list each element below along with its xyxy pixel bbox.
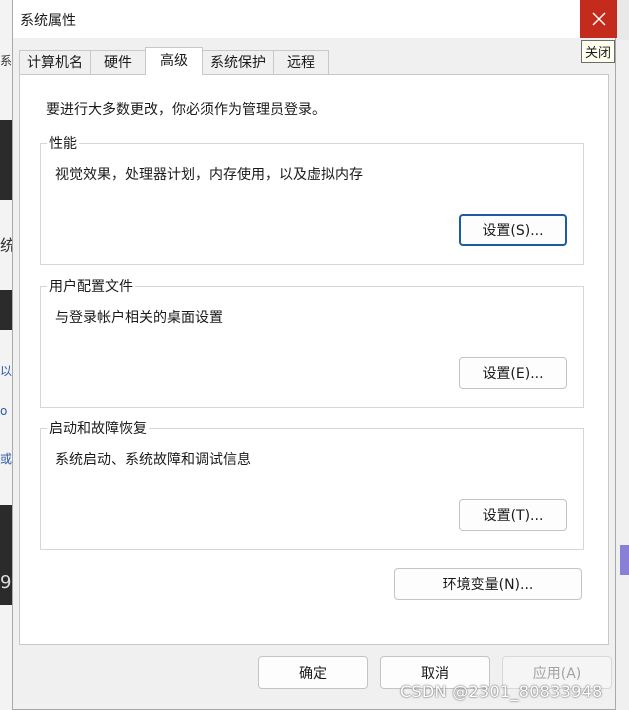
close-icon bbox=[592, 12, 605, 26]
background-dark-block bbox=[0, 290, 12, 330]
performance-description: 视觉效果，处理器计划，内存使用，以及虚拟内存 bbox=[55, 167, 363, 183]
performance-settings-button[interactable]: 设置(S)... bbox=[459, 214, 567, 246]
user-profiles-description: 与登录帐户相关的桌面设置 bbox=[55, 310, 223, 326]
startup-recovery-group: 启动和故障恢复 系统启动、系统故障和调试信息 设置(T)... bbox=[40, 418, 584, 550]
background-window-strip: 系 统 以 o 或 9 bbox=[0, 0, 16, 710]
close-tooltip: 关闭 bbox=[581, 40, 615, 63]
tab-remote[interactable]: 远程 bbox=[273, 50, 329, 74]
startup-recovery-group-title: 启动和故障恢复 bbox=[47, 418, 149, 438]
ok-button[interactable]: 确定 bbox=[258, 656, 368, 689]
startup-recovery-settings-button[interactable]: 设置(T)... bbox=[459, 499, 567, 531]
background-glyph: 系 bbox=[0, 54, 13, 68]
tab-hardware[interactable]: 硬件 bbox=[90, 50, 146, 74]
performance-group-title: 性能 bbox=[47, 133, 79, 153]
background-glyph: 或 bbox=[0, 452, 13, 466]
background-glyph: o bbox=[0, 404, 8, 418]
csdn-watermark: CSDN @2301_80833948 bbox=[400, 682, 603, 701]
admin-notice: 要进行大多数更改，你必须作为管理员登录。 bbox=[46, 102, 326, 118]
system-properties-dialog: 系统属性 关闭 计算机名 硬件 高级 系统保护 远程 要进行大多数更改，你必须作… bbox=[12, 0, 617, 710]
environment-variables-button[interactable]: 环境变量(N)... bbox=[394, 568, 582, 600]
background-right-strip bbox=[616, 40, 629, 710]
advanced-tab-panel: 要进行大多数更改，你必须作为管理员登录。 性能 视觉效果，处理器计划，内存使用，… bbox=[19, 74, 609, 645]
startup-recovery-description: 系统启动、系统故障和调试信息 bbox=[55, 452, 251, 468]
tab-advanced[interactable]: 高级 bbox=[145, 47, 203, 75]
background-purple-block bbox=[620, 545, 629, 575]
background-glyph: 9 bbox=[0, 572, 12, 593]
background-dark-block bbox=[0, 120, 12, 200]
background-glyph: 以 bbox=[0, 364, 13, 378]
window-title: 系统属性 bbox=[20, 13, 76, 29]
user-profiles-group-title: 用户配置文件 bbox=[47, 276, 135, 296]
tab-computer-name[interactable]: 计算机名 bbox=[19, 50, 91, 74]
close-button[interactable] bbox=[580, 0, 617, 38]
title-bar[interactable]: 系统属性 bbox=[13, 0, 617, 38]
user-profiles-settings-button[interactable]: 设置(E)... bbox=[459, 357, 567, 389]
tab-system-protection[interactable]: 系统保护 bbox=[202, 50, 274, 74]
user-profiles-group: 用户配置文件 与登录帐户相关的桌面设置 设置(E)... bbox=[40, 276, 584, 408]
performance-group: 性能 视觉效果，处理器计划，内存使用，以及虚拟内存 设置(S)... bbox=[40, 133, 584, 265]
